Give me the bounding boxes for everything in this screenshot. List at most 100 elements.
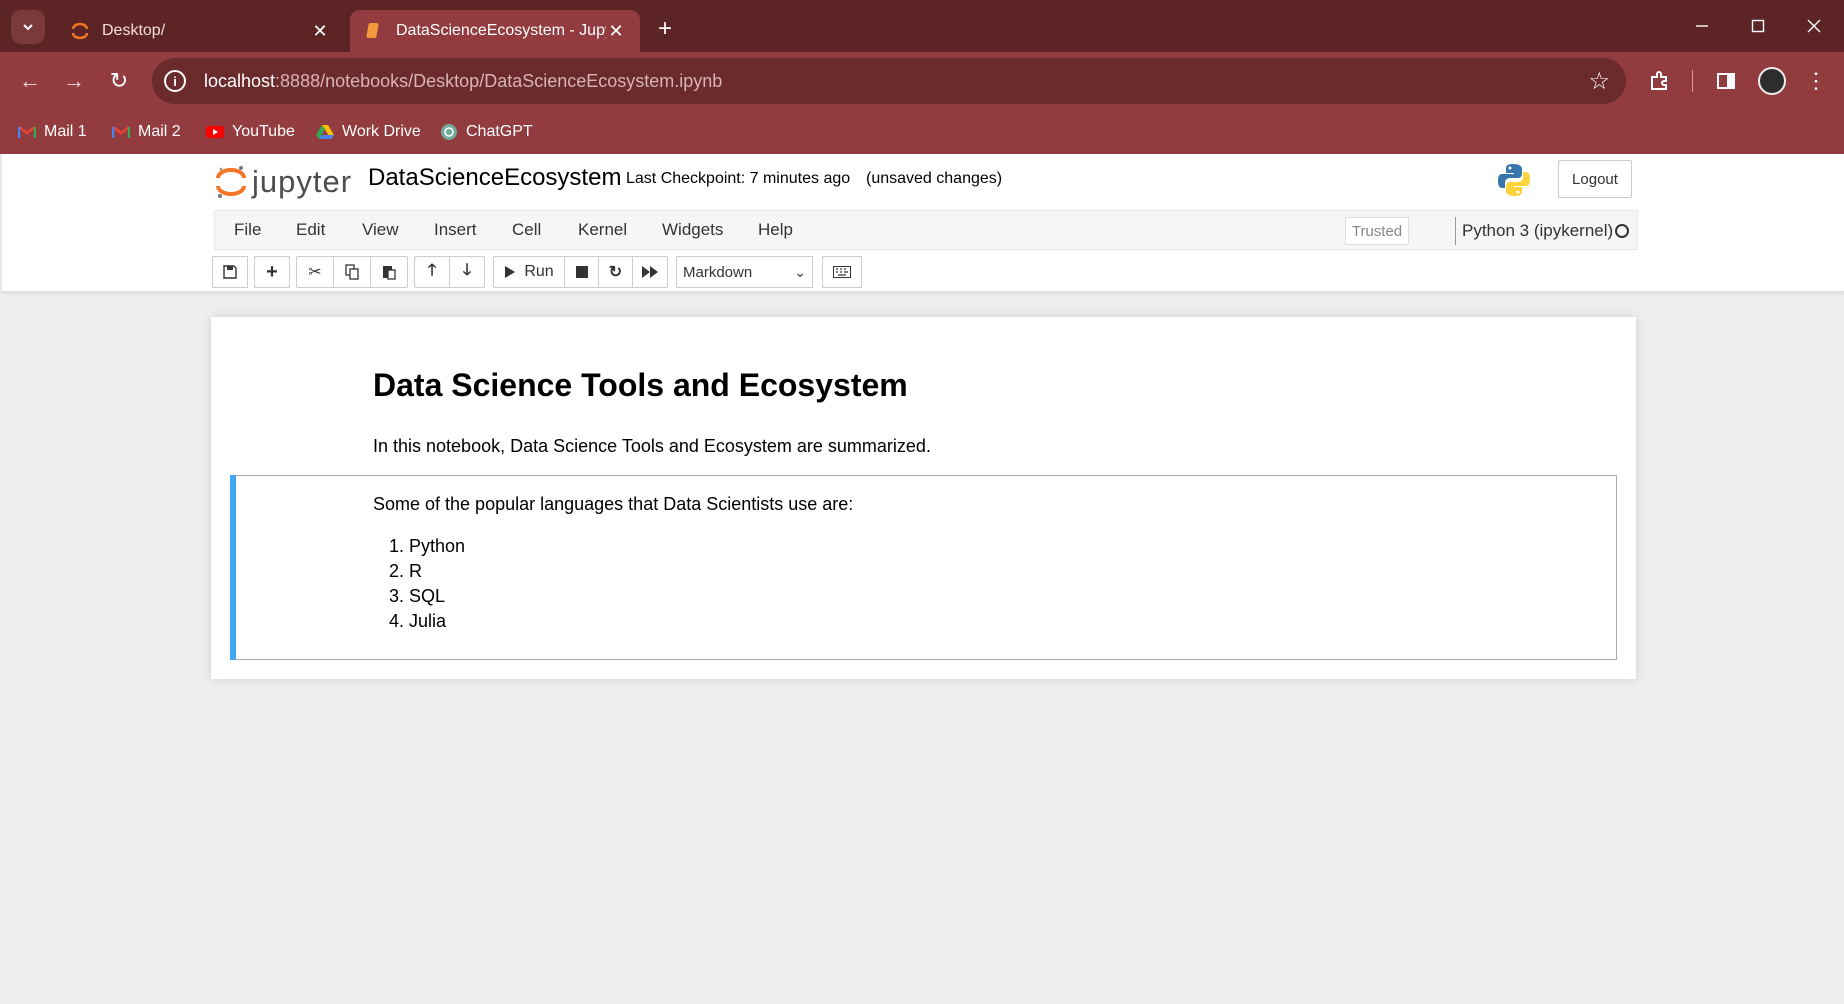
browser-toolbar: ← → ↻ i localhost:8888/notebooks/Desktop…	[0, 52, 1844, 110]
intro-text: In this notebook, Data Science Tools and…	[373, 436, 931, 456]
youtube-icon	[206, 124, 224, 140]
menu-kernel[interactable]: Kernel	[578, 220, 627, 240]
menu-insert[interactable]: Insert	[434, 220, 477, 240]
jupyter-favicon-icon	[70, 21, 90, 41]
restart-button[interactable]: ↻	[598, 256, 633, 288]
reload-button[interactable]: ↻	[103, 65, 135, 97]
info-icon[interactable]: i	[164, 70, 186, 92]
arrow-up-icon: 🡑	[427, 261, 437, 279]
copy-button[interactable]	[333, 256, 371, 288]
insert-cell-button[interactable]: +	[254, 256, 290, 288]
chatgpt-icon	[440, 124, 458, 140]
arrow-down-icon: 🡓	[462, 261, 472, 279]
jupyter-logo-text: jupyter	[252, 164, 353, 199]
languages-list: 1. Python 2. R 3. SQL 4. Julia	[373, 536, 465, 636]
fast-forward-icon	[642, 266, 658, 278]
plus-icon: +	[266, 260, 278, 283]
list-item: 2. R	[389, 561, 423, 581]
cell-selection-bar	[230, 475, 236, 660]
tab-search-button[interactable]	[11, 10, 45, 44]
reload-icon: ↻	[109, 68, 129, 93]
restart-icon: ↻	[608, 264, 623, 281]
bookmark-chatgpt[interactable]: ChatGPT	[440, 120, 533, 144]
side-panel-button[interactable]	[1710, 65, 1742, 97]
bookmark-work-drive[interactable]: Work Drive	[316, 120, 421, 144]
browser-menu-button[interactable]: ⋮	[1800, 65, 1832, 97]
address-bar[interactable]: i localhost:8888/notebooks/Desktop/DataS…	[152, 58, 1626, 104]
command-palette-button[interactable]	[822, 256, 862, 288]
notebook-favicon-icon	[364, 21, 384, 41]
logout-button[interactable]: Logout	[1558, 160, 1632, 198]
maximize-button[interactable]	[1740, 10, 1776, 42]
trusted-indicator[interactable]: Trusted	[1345, 217, 1409, 245]
maximize-icon	[1751, 19, 1765, 33]
markdown-cell-selected[interactable]: Some of the popular languages that Data …	[230, 475, 1617, 660]
bookmark-mail-1[interactable]: Mail 1	[18, 120, 87, 144]
notebook-heading: Data Science Tools and Ecosystem	[373, 367, 908, 403]
run-label: Run	[524, 263, 554, 280]
menu-file[interactable]: File	[234, 220, 261, 240]
close-icon[interactable]: ✕	[310, 21, 330, 41]
gmail-icon	[112, 124, 130, 140]
keyboard-icon	[833, 266, 851, 278]
cut-button[interactable]: ✂	[296, 256, 334, 288]
menu-cell[interactable]: Cell	[512, 220, 541, 240]
back-button[interactable]: ←	[14, 65, 46, 97]
kernel-status-icon	[1615, 224, 1629, 238]
url-text: localhost:8888/notebooks/Desktop/DataSci…	[204, 71, 722, 92]
tab-title: Desktop/	[102, 22, 166, 39]
forward-button[interactable]: →	[58, 65, 90, 97]
checkpoint-status: Last Checkpoint: 7 minutes ago	[626, 170, 851, 187]
arrow-left-icon: ←	[19, 68, 41, 93]
run-button[interactable]: Run	[493, 256, 565, 288]
save-button[interactable]	[212, 256, 248, 288]
move-up-button[interactable]: 🡑	[414, 256, 450, 288]
jupyter-logo[interactable]: jupyter	[216, 162, 352, 202]
url-path: :8888/notebooks/Desktop/DataScienceEcosy…	[275, 70, 723, 91]
notebook-name[interactable]: DataScienceEcosystem	[368, 164, 621, 192]
cell-type-value: Markdown	[683, 263, 753, 281]
bookmark-label: Mail 2	[138, 123, 181, 140]
menu-edit[interactable]: Edit	[296, 220, 325, 240]
menu-view[interactable]: View	[362, 220, 399, 240]
menu-widgets[interactable]: Widgets	[662, 220, 723, 240]
window-close-button[interactable]	[1796, 10, 1832, 42]
jupyter-header: jupyter DataScienceEcosystem Last Checkp…	[2, 154, 1844, 292]
menu-help[interactable]: Help	[758, 220, 793, 240]
cell-type-select[interactable]: Markdown ⌄	[676, 256, 813, 288]
move-down-button[interactable]: 🡓	[449, 256, 485, 288]
menu-bar: File Edit View Insert Cell Kernel Widget…	[214, 210, 1638, 250]
minimize-button[interactable]	[1684, 10, 1720, 42]
tab-notebook[interactable]: DataScienceEcosystem - Jupyter ✕	[350, 10, 640, 52]
notebook-container: Data Science Tools and Ecosystem In this…	[211, 317, 1636, 679]
puzzle-icon	[1651, 71, 1667, 90]
tab-desktop[interactable]: Desktop/ ✕	[56, 10, 344, 52]
list-item: 4. Julia	[389, 611, 447, 631]
restart-run-all-button[interactable]	[632, 256, 668, 288]
profile-avatar[interactable]	[1758, 67, 1786, 95]
bookmark-label: YouTube	[232, 123, 295, 140]
play-icon	[505, 266, 516, 278]
interrupt-button[interactable]	[564, 256, 599, 288]
list-item: 1. Python	[389, 536, 466, 556]
bookmark-mail-2[interactable]: Mail 2	[112, 120, 181, 144]
gmail-icon	[18, 124, 36, 140]
chevron-down-icon: ⌄	[794, 264, 806, 280]
jupyter-logo-icon	[216, 166, 246, 198]
bookmarks-bar: Mail 1 Mail 2 YouTube Work Drive ChatGPT	[0, 110, 1844, 154]
scissors-icon: ✂	[308, 264, 322, 281]
plus-icon: +	[657, 15, 672, 42]
copy-icon	[345, 264, 359, 280]
bookmark-star-icon[interactable]: ☆	[1588, 67, 1610, 96]
extensions-button[interactable]	[1644, 65, 1676, 97]
kernel-name[interactable]: Python 3 (ipykernel)	[1455, 217, 1613, 245]
markdown-cell-title[interactable]: Data Science Tools and Ecosystem	[373, 367, 908, 404]
close-icon[interactable]: ✕	[606, 21, 626, 41]
side-panel-icon	[1717, 73, 1735, 89]
new-tab-button[interactable]: +	[650, 14, 680, 44]
paste-button[interactable]	[370, 256, 408, 288]
bookmark-youtube[interactable]: YouTube	[206, 120, 295, 144]
tab-title: DataScienceEcosystem - Jupyter	[396, 22, 606, 39]
browser-tab-strip: Desktop/ ✕ DataScienceEcosystem - Jupyte…	[0, 0, 1844, 52]
bookmark-label: Mail 1	[44, 123, 87, 140]
